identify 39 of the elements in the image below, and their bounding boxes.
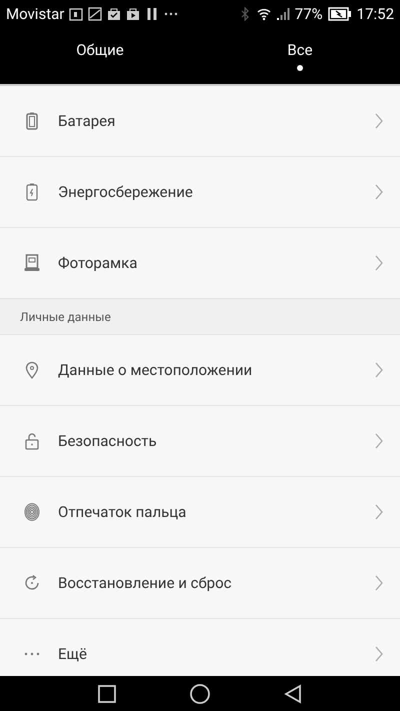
settings-row[interactable]: Батарея — [0, 86, 400, 157]
clock-time: 17:52 — [356, 5, 394, 23]
settings-row[interactable]: Данные о местоположении — [0, 335, 400, 406]
chevron-icon — [374, 361, 384, 379]
row-label: Отпечаток пальца — [58, 503, 188, 521]
chevron-icon — [374, 574, 384, 592]
settings-row[interactable]: Безопасность — [0, 406, 400, 477]
more-icon — [22, 652, 42, 656]
fingerprint-icon — [22, 502, 42, 522]
section-header: Личные данные — [0, 299, 400, 335]
chevron-icon — [374, 183, 384, 201]
battery-percent: 77% — [294, 5, 323, 23]
image-icon — [88, 7, 102, 21]
home-icon[interactable] — [188, 682, 211, 704]
row-label: Энергосбережение — [58, 183, 194, 201]
row-label: Батарея — [58, 112, 116, 130]
row-label: Восстановление и сброс — [58, 574, 232, 592]
settings-row[interactable]: Восстановление и сброс — [0, 548, 400, 619]
square-icon[interactable] — [96, 682, 118, 704]
tab[interactable]: Общие — [0, 28, 200, 84]
chevron-icon — [374, 254, 384, 272]
row-label: Данные о местоположении — [58, 361, 254, 379]
battery-charging-icon — [328, 7, 352, 21]
chevron-icon — [374, 432, 384, 450]
wifi-icon — [256, 7, 271, 21]
row-label: Фоторамка — [58, 254, 138, 272]
settings-row[interactable]: Энергосбережение — [0, 157, 400, 228]
shopping-bag-icon — [107, 7, 122, 21]
tab[interactable]: Все — [200, 28, 400, 84]
chevron-icon — [374, 645, 384, 663]
signal-icon — [276, 7, 290, 21]
carrier-name: Movistar — [6, 5, 64, 23]
row-label: Безопасность — [58, 432, 158, 450]
photo-frame-icon — [22, 253, 42, 273]
chevron-icon — [374, 503, 384, 521]
settings-row[interactable]: Отпечаток пальца — [0, 477, 400, 548]
row-label: Ещё — [58, 645, 88, 663]
chevron-icon — [374, 112, 384, 130]
pause-icon — [145, 7, 160, 21]
